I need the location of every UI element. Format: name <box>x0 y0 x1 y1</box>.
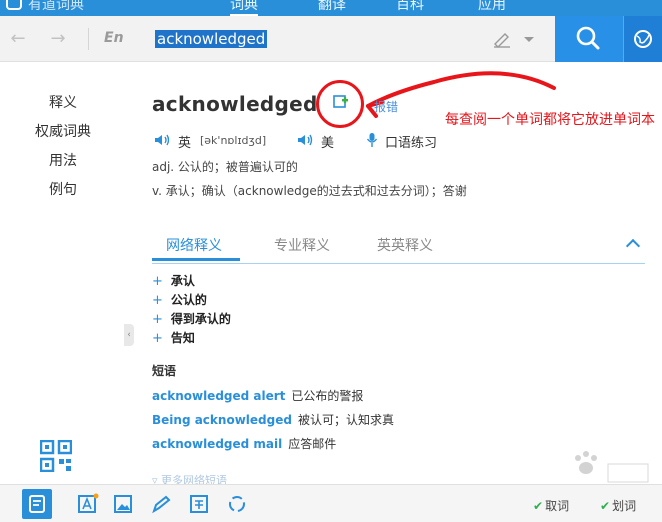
sidebar-item-examples[interactable]: 例句 <box>0 179 126 199</box>
definition-verb: v. 承认；确认（acknowledge的过去式和过去分词）；答谢 <box>152 184 467 198</box>
text-recognize-icon <box>78 493 99 513</box>
uk-phonetic: [ək'nɒlɪdʒd] <box>200 134 267 147</box>
phrase-link[interactable]: Being acknowledged <box>152 413 292 427</box>
web-search-button[interactable] <box>623 16 662 62</box>
screen-text-button[interactable] <box>72 489 102 519</box>
tab-encyclopedia[interactable]: 百科 <box>396 0 424 14</box>
tab-apps[interactable]: 应用 <box>478 0 506 14</box>
definition-adj: adj. 公认的；被普遍认可的 <box>152 160 298 174</box>
web-meaning-item[interactable]: + 告知 <box>152 329 195 346</box>
tab-web-definitions[interactable]: 网络释义 <box>166 235 222 255</box>
web-meaning-item[interactable]: + 承认 <box>152 272 195 289</box>
phrase-item: acknowledged alert 已公布的警报 <box>152 387 363 404</box>
tab-professional-definitions[interactable]: 专业释义 <box>274 235 330 255</box>
active-tab-indicator <box>152 258 240 261</box>
phrase-link[interactable]: acknowledged alert <box>152 389 285 403</box>
divider <box>88 28 89 50</box>
us-label: 美 <box>321 136 335 151</box>
phrases-heading: 短语 <box>152 364 177 378</box>
result-panel: acknowledged 报错 每查阅一个单词都将它放进单词本 英 [ək'nɒ… <box>134 62 662 487</box>
expand-plus-icon[interactable]: + <box>152 293 163 308</box>
handwriting-pen-icon[interactable] <box>492 30 512 48</box>
pen-icon <box>152 495 171 514</box>
web-meaning-item[interactable]: + 得到承认的 <box>152 310 231 327</box>
uk-speaker-icon[interactable] <box>154 133 172 147</box>
collapse-sidebar-handle[interactable]: ‹ <box>124 324 134 346</box>
web-meaning-item[interactable]: + 公认的 <box>152 291 207 308</box>
title-bar: 有道词典 词典 翻译 百科 应用 <box>0 0 662 16</box>
phrase-translation: 应答邮件 <box>288 437 337 451</box>
expand-plus-icon[interactable]: + <box>152 274 163 289</box>
phrase-link[interactable]: acknowledged mail <box>152 437 282 451</box>
back-button[interactable]: ← <box>8 29 28 49</box>
sidebar: 释义 权威词典 用法 例句 ‹ <box>0 62 134 484</box>
image-icon <box>114 495 132 513</box>
refresh-button[interactable] <box>222 489 252 519</box>
report-error-link[interactable]: 报错 <box>374 98 398 115</box>
check-icon: ✔ <box>533 499 544 513</box>
search-query-text[interactable]: acknowledged <box>155 30 268 48</box>
image-translate-button[interactable] <box>108 489 138 519</box>
app-logo-icon <box>6 0 22 10</box>
expand-plus-icon[interactable]: + <box>152 331 163 346</box>
forward-button[interactable]: → <box>48 29 68 49</box>
globe-icon <box>634 30 652 48</box>
check-icon: ✔ <box>600 499 611 513</box>
definition-tabs: 网络释义 专业释义 英英释义 <box>152 232 645 264</box>
tab-english-definitions[interactable]: 英英释义 <box>377 235 433 255</box>
tab-translate[interactable]: 翻译 <box>318 0 346 14</box>
search-bar: ← → En acknowledged <box>0 16 662 62</box>
microphone-icon[interactable] <box>366 132 378 148</box>
dictionary-app: 有道词典 词典 翻译 百科 应用 ← → En acknowledged 释义 … <box>0 0 662 522</box>
phrase-item: acknowledged mail 应答邮件 <box>152 435 336 452</box>
tab-dictionary[interactable]: 词典 <box>230 0 258 16</box>
sidebar-item-authoritative-dict[interactable]: 权威词典 <box>0 121 126 141</box>
add-to-wordbook-icon[interactable] <box>333 95 349 109</box>
wordbook-icon <box>29 495 45 513</box>
wordbook-button[interactable] <box>22 489 52 519</box>
writing-button[interactable] <box>146 489 176 519</box>
sidebar-item-usage[interactable]: 用法 <box>0 150 126 170</box>
phrase-item: Being acknowledged 被认可；认知求真 <box>152 411 394 428</box>
us-speaker-icon[interactable] <box>297 133 315 147</box>
qr-code-icon[interactable] <box>40 440 72 472</box>
history-dropdown-icon[interactable] <box>524 37 534 42</box>
bottom-toolbar: ✔ 取词 ✔ 划词 <box>0 484 662 522</box>
translate-icon <box>190 495 208 513</box>
phrase-translation: 已公布的警报 <box>291 389 364 403</box>
uk-label: 英 <box>178 136 192 151</box>
app-title: 有道词典 <box>28 0 84 13</box>
speaking-practice-link[interactable]: 口语练习 <box>385 132 437 151</box>
expand-plus-icon[interactable]: + <box>152 312 163 327</box>
annotation-note: 每查阅一个单词都将它放进单词本 <box>445 112 655 128</box>
headword: acknowledged <box>152 92 318 116</box>
sidebar-item-definition[interactable]: 释义 <box>0 92 126 112</box>
language-selector[interactable]: En <box>104 30 124 46</box>
fetch-word-toggle[interactable]: ✔ 取词 <box>533 497 569 514</box>
search-icon <box>576 26 600 50</box>
search-input[interactable]: acknowledged <box>147 25 547 53</box>
translate-doc-button[interactable] <box>184 489 214 519</box>
search-button[interactable] <box>555 16 623 62</box>
phrase-translation: 被认可；认知求真 <box>297 413 394 427</box>
cycle-icon <box>229 496 245 512</box>
collapse-chevron-icon[interactable] <box>625 238 641 254</box>
select-word-toggle[interactable]: ✔ 划词 <box>600 497 636 514</box>
